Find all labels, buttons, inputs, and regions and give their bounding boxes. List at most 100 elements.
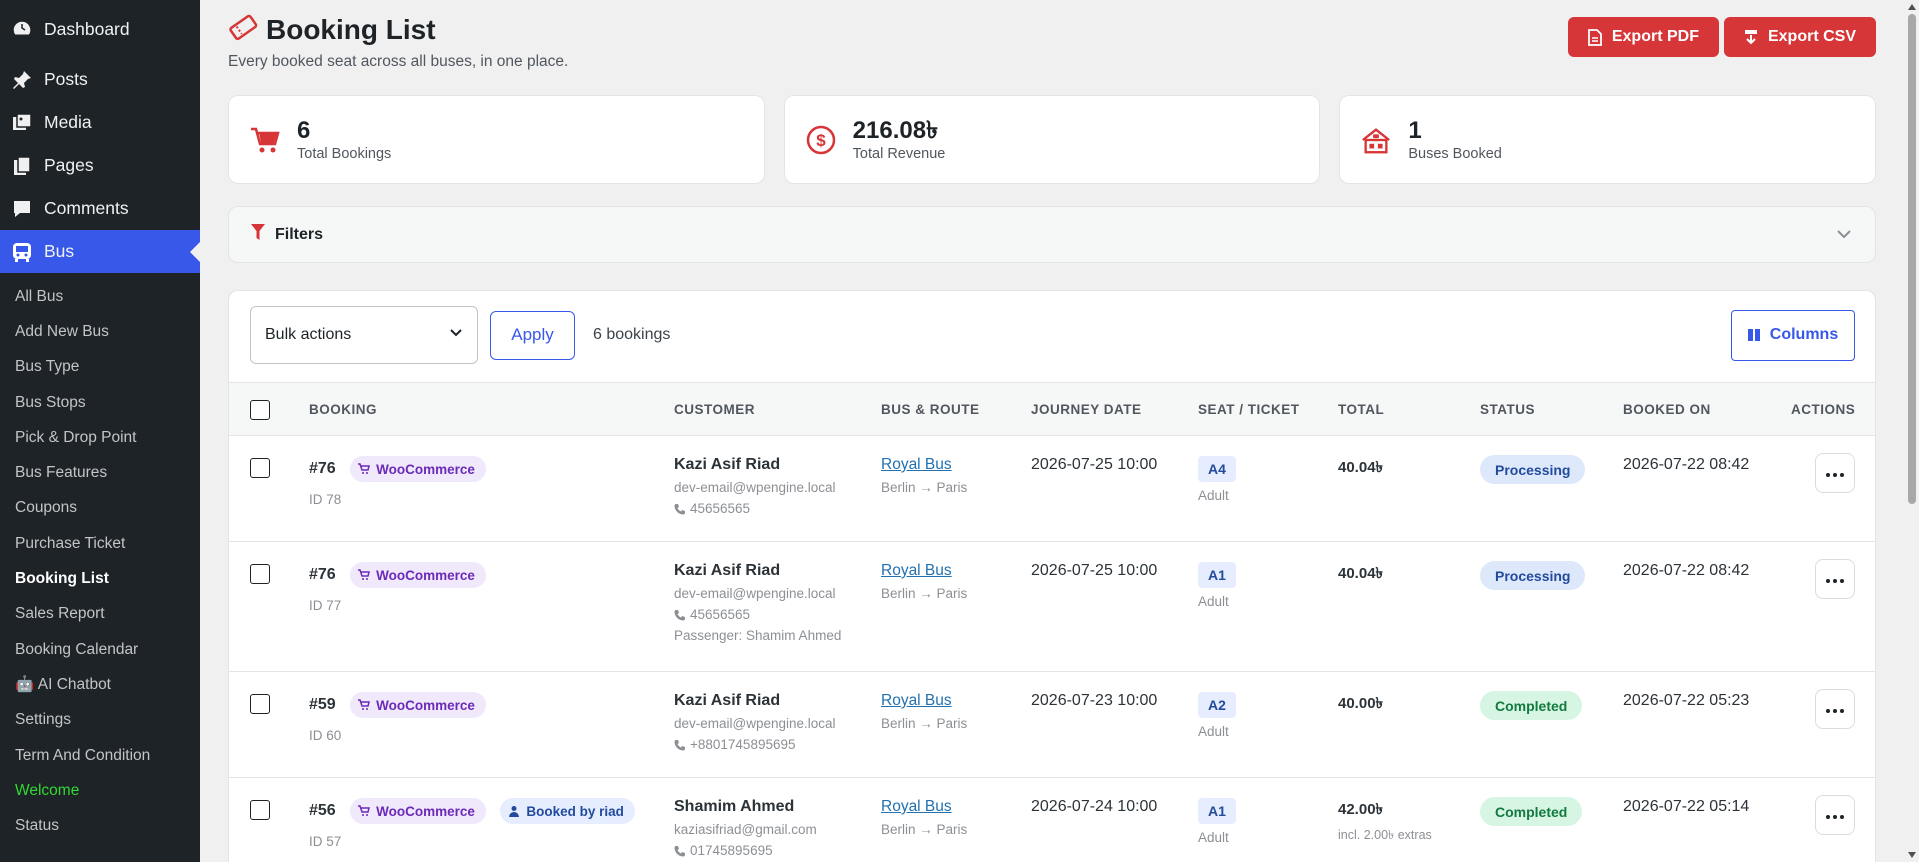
ticket-type: Adult <box>1198 724 1229 739</box>
booking-number[interactable]: #76 <box>309 460 336 477</box>
source-label: WooCommerce <box>376 567 475 583</box>
column-header-seat-ticket[interactable]: SEAT / TICKET <box>1198 402 1300 417</box>
download-icon <box>1744 29 1758 46</box>
more-actions-button[interactable] <box>1815 453 1855 493</box>
menu-item-pages[interactable]: Pages <box>0 144 200 187</box>
chevron-down-icon <box>1835 225 1853 248</box>
customer-email: dev-email@wpengine.local <box>674 716 836 731</box>
submenu-all-bus[interactable]: All Bus <box>0 279 200 314</box>
menu-item-media[interactable]: Media <box>0 101 200 144</box>
booking-number[interactable]: #76 <box>309 566 336 583</box>
more-actions-button[interactable] <box>1815 689 1855 729</box>
customer-name: Shamim Ahmed <box>674 798 795 815</box>
column-header-journey-date[interactable]: JOURNEY DATE <box>1031 402 1142 417</box>
booked-by-label: Booked by riad <box>526 803 624 819</box>
seat-cell: A1 Adult <box>1198 562 1236 609</box>
column-header-customer[interactable]: CUSTOMER <box>674 402 755 417</box>
submenu-bus-type[interactable]: Bus Type <box>0 350 200 385</box>
menu-item-bus[interactable]: Bus <box>0 230 200 273</box>
submenu-booking-list[interactable]: Booking List <box>0 561 200 596</box>
table-header: BOOKING CUSTOMER BUS & ROUTE JOURNEY DAT… <box>229 382 1875 436</box>
booking-id: ID 78 <box>309 492 342 507</box>
row-checkbox[interactable] <box>250 458 270 478</box>
status-badge: Completed <box>1480 797 1583 826</box>
dashboard-icon <box>10 17 34 41</box>
submenu-pick-drop-point[interactable]: Pick & Drop Point <box>0 420 200 455</box>
column-header-status[interactable]: STATUS <box>1480 402 1535 417</box>
menu-item-dashboard[interactable]: Dashboard <box>0 0 200 58</box>
submenu-bus-features[interactable]: Bus Features <box>0 455 200 490</box>
table-row: #76 WooCommerce ID 78 Kazi Asif Riad dev… <box>229 436 1875 542</box>
menu-label: Dashboard <box>44 18 130 39</box>
submenu-term-and-condition[interactable]: Term And Condition <box>0 738 200 773</box>
stat-label: Buses Booked <box>1408 145 1502 162</box>
scroll-down-arrow-icon[interactable] <box>1905 848 1919 862</box>
stat-card-revenue: $ 216.08৳ Total Revenue <box>783 95 1321 184</box>
filters-panel-toggle[interactable]: Filters <box>228 206 1876 263</box>
column-header-bus-route[interactable]: BUS & ROUTE <box>881 402 980 417</box>
submenu-sales-report[interactable]: Sales Report <box>0 597 200 632</box>
source-badge: WooCommerce <box>350 798 486 824</box>
extras-note: incl. 2.00৳ extras <box>1338 828 1432 842</box>
route: Berlin → Paris <box>881 716 968 731</box>
column-header-booked-on[interactable]: BOOKED ON <box>1623 402 1711 417</box>
page-scrollbar[interactable] <box>1905 0 1919 862</box>
journey-date: 2026-07-25 10:00 <box>1031 456 1158 473</box>
column-header-booking[interactable]: BOOKING <box>309 402 377 417</box>
columns-button[interactable]: Columns <box>1731 309 1855 361</box>
seat-badge: A1 <box>1198 798 1236 824</box>
submenu-ai-chatbot[interactable]: 🤖 AI Chatbot <box>0 667 200 702</box>
row-checkbox[interactable] <box>250 694 270 714</box>
column-header-total[interactable]: TOTAL <box>1338 402 1384 417</box>
customer-phone: 01745895695 <box>674 843 817 858</box>
source-label: WooCommerce <box>376 461 475 477</box>
customer-cell: Kazi Asif Riad dev-email@wpengine.local … <box>674 692 836 752</box>
apply-button[interactable]: Apply <box>490 310 575 360</box>
source-label: WooCommerce <box>376 803 475 819</box>
cart-icon <box>358 463 371 475</box>
submenu-purchase-ticket[interactable]: Purchase Ticket <box>0 526 200 561</box>
booking-number[interactable]: #56 <box>309 802 336 819</box>
bulk-actions-value: Bulk actions <box>265 326 352 343</box>
menu-item-comments[interactable]: Comments <box>0 187 200 230</box>
submenu-settings[interactable]: Settings <box>0 703 200 738</box>
more-actions-button[interactable] <box>1815 795 1855 835</box>
submenu-coupons[interactable]: Coupons <box>0 491 200 526</box>
ticket-type: Adult <box>1198 594 1229 609</box>
bus-route-cell: Royal Bus Berlin → Paris <box>881 798 967 837</box>
scroll-up-arrow-icon[interactable] <box>1905 0 1919 14</box>
submenu-bus-stops[interactable]: Bus Stops <box>0 385 200 420</box>
bus-link[interactable]: Royal Bus <box>881 692 967 710</box>
row-checkbox[interactable] <box>250 800 270 820</box>
submenu-add-new-bus[interactable]: Add New Bus <box>0 314 200 349</box>
total-amount: 42.00৳ <box>1338 801 1384 818</box>
select-all-checkbox[interactable] <box>250 400 270 420</box>
export-csv-button[interactable]: Export CSV <box>1723 17 1876 57</box>
menu-label: Pages <box>44 155 94 175</box>
bus-link[interactable]: Royal Bus <box>881 562 967 580</box>
export-pdf-button[interactable]: Export PDF <box>1567 17 1719 57</box>
bulk-actions-select[interactable]: Bulk actions <box>250 306 478 364</box>
menu-label: Comments <box>44 198 129 218</box>
menu-item-posts[interactable]: Posts <box>0 58 200 101</box>
status-cell: Processing <box>1480 561 1586 590</box>
source-label: WooCommerce <box>376 697 475 713</box>
submenu-status[interactable]: Status <box>0 808 200 843</box>
submenu-welcome[interactable]: Welcome <box>0 773 200 808</box>
cart-icon <box>249 124 281 156</box>
submenu-booking-calendar[interactable]: Booking Calendar <box>0 632 200 667</box>
total-amount: 40.00৳ <box>1338 695 1384 712</box>
source-badge: WooCommerce <box>350 456 486 482</box>
booking-cell: #76 WooCommerce ID 78 <box>309 456 486 507</box>
customer-cell: Kazi Asif Riad dev-email@wpengine.local … <box>674 562 841 643</box>
scrollbar-thumb[interactable] <box>1908 14 1916 504</box>
stat-value: 216.08৳ <box>852 116 939 144</box>
more-actions-button[interactable] <box>1815 559 1855 599</box>
bus-link[interactable]: Royal Bus <box>881 456 967 474</box>
row-checkbox[interactable] <box>250 564 270 584</box>
status-badge: Processing <box>1480 561 1586 590</box>
journey-date: 2026-07-25 10:00 <box>1031 562 1158 579</box>
stat-card-buses: 1 Buses Booked <box>1339 95 1877 184</box>
booking-number[interactable]: #59 <box>309 696 336 713</box>
bus-link[interactable]: Royal Bus <box>881 798 967 816</box>
